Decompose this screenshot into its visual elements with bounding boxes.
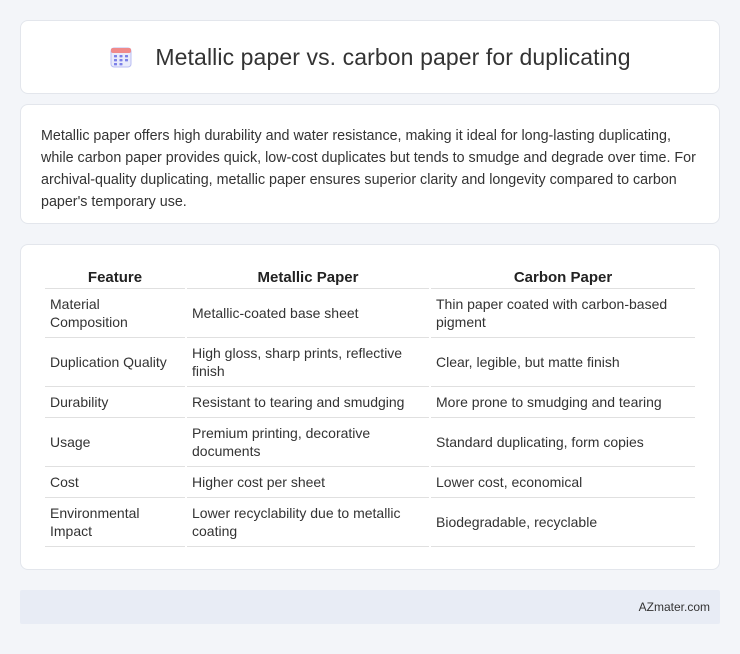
- table-cell: Metallic-coated base sheet: [187, 289, 429, 338]
- table-cell: Thin paper coated with carbon-based pigm…: [431, 289, 695, 338]
- table-cell: Lower recyclability due to metallic coat…: [187, 498, 429, 547]
- table-row: Material Composition Metallic-coated bas…: [45, 289, 695, 338]
- table-cell: Premium printing, decorative documents: [187, 418, 429, 467]
- table-row: Environmental Impact Lower recyclability…: [45, 498, 695, 547]
- title-card: Metallic paper vs. carbon paper for dupl…: [20, 20, 720, 94]
- page-title: Metallic paper vs. carbon paper for dupl…: [155, 43, 631, 70]
- column-header-metallic-paper: Metallic Paper: [187, 265, 429, 289]
- table-cell: Standard duplicating, form copies: [431, 418, 695, 467]
- table-row: Cost Higher cost per sheet Lower cost, e…: [45, 467, 695, 498]
- table-cell: Cost: [45, 467, 185, 498]
- footer-brand: AZmater.com: [638, 600, 710, 614]
- table-cell: High gloss, sharp prints, reflective fin…: [187, 338, 429, 387]
- table-cell: More prone to smudging and tearing: [431, 387, 695, 418]
- table-cell: Duplication Quality: [45, 338, 185, 387]
- table-cell: Durability: [45, 387, 185, 418]
- table-row: Usage Premium printing, decorative docum…: [45, 418, 695, 467]
- table-row: Duplication Quality High gloss, sharp pr…: [45, 338, 695, 387]
- comparison-table: Feature Metallic Paper Carbon Paper Mate…: [43, 265, 697, 547]
- footer: AZmater.com: [20, 590, 720, 624]
- table-cell: Clear, legible, but matte finish: [431, 338, 695, 387]
- table-cell: Environmental Impact: [45, 498, 185, 547]
- summary-text: Metallic paper offers high durability an…: [41, 128, 696, 210]
- comparison-table-card: Feature Metallic Paper Carbon Paper Mate…: [20, 244, 720, 570]
- column-header-feature: Feature: [45, 265, 185, 289]
- table-header-row: Feature Metallic Paper Carbon Paper: [45, 265, 695, 289]
- table-cell: Lower cost, economical: [431, 467, 695, 498]
- table-cell: Biodegradable, recyclable: [431, 498, 695, 547]
- table-cell: Usage: [45, 418, 185, 467]
- column-header-carbon-paper: Carbon Paper: [431, 265, 695, 289]
- summary-card: Metallic paper offers high durability an…: [20, 104, 720, 224]
- table-cell: Material Composition: [45, 289, 185, 338]
- table-cell: Higher cost per sheet: [187, 467, 429, 498]
- table-cell: Resistant to tearing and smudging: [187, 387, 429, 418]
- table-row: Durability Resistant to tearing and smud…: [45, 387, 695, 418]
- calendar-icon: [110, 47, 132, 68]
